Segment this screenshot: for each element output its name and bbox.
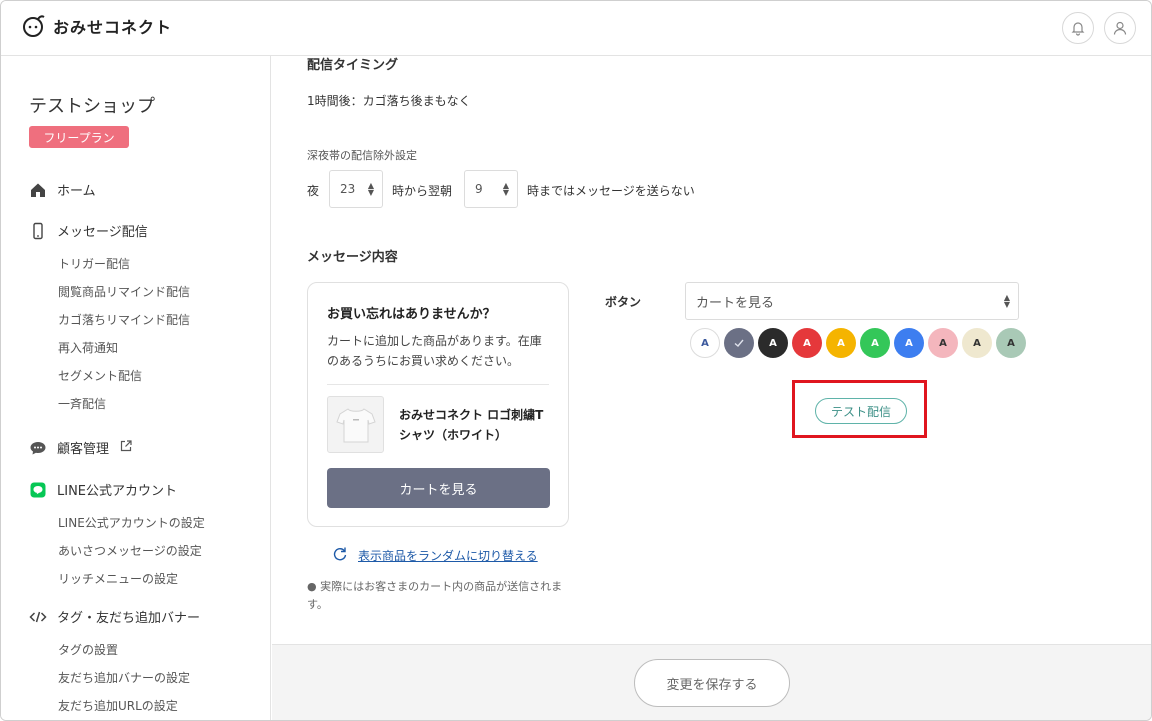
night-to-select[interactable]: 9 ▲ ▼: [464, 170, 518, 208]
sidebar-item-customers[interactable]: 顧客管理: [29, 438, 133, 457]
select-arrows-icon: ▲ ▼: [1003, 293, 1010, 309]
night-suffix: 時まではメッセージを送らない: [527, 184, 695, 198]
sidebar-item-line[interactable]: LINE公式アカウント: [29, 480, 177, 499]
color-swatch[interactable]: A: [792, 328, 822, 358]
select-arrows-icon: ▲ ▼: [367, 181, 374, 197]
save-changes-button[interactable]: 変更を保存する: [634, 659, 790, 707]
check-icon: [734, 339, 744, 347]
cart-note: ● 実際にはお客さまのカート内の商品が送信されます。: [307, 580, 563, 611]
night-exclusion-title: 深夜帯の配信除外設定: [307, 149, 417, 162]
night-prefix: 夜: [307, 184, 320, 198]
smartphone-icon: [29, 222, 47, 240]
timing-title: 配信タイミング: [307, 58, 399, 73]
line-icon: [29, 481, 47, 499]
sidebar-subitem-friend-banner[interactable]: 友だち追加バナーの設定: [58, 669, 190, 686]
color-swatch[interactable]: A: [690, 328, 720, 358]
notification-button[interactable]: [1062, 12, 1094, 44]
night-from-select[interactable]: 23 ▲ ▼: [329, 170, 383, 208]
color-swatch[interactable]: A: [928, 328, 958, 358]
sidebar-subitem-browse-remind[interactable]: 閲覧商品リマインド配信: [58, 283, 190, 300]
color-swatch[interactable]: A: [996, 328, 1026, 358]
app-logo[interactable]: おみせコネクト: [21, 13, 172, 39]
tshirt-icon: [335, 407, 376, 442]
random-product-link[interactable]: 表示商品をランダムに切り替える: [332, 546, 538, 565]
external-link-icon: [119, 439, 133, 457]
sidebar-subitem-greeting[interactable]: あいさつメッセージの設定: [58, 542, 202, 559]
content-title: メッセージ内容: [307, 250, 398, 265]
sidebar-subitem-friend-url[interactable]: 友だち追加URLの設定: [58, 697, 178, 714]
bell-icon: [1071, 22, 1085, 36]
sidebar-item-label: メッセージ配信: [57, 225, 148, 240]
top-header: おみせコネクト: [1, 1, 1151, 56]
color-swatch[interactable]: A: [962, 328, 992, 358]
color-swatch[interactable]: A: [826, 328, 856, 358]
app-name: おみせコネクト: [53, 18, 173, 37]
user-icon: [1113, 21, 1127, 35]
shop-name: テストショップ: [29, 96, 155, 117]
select-arrows-icon: ▲ ▼: [502, 181, 509, 197]
logo-icon: [23, 15, 45, 37]
app-window: おみせコネクト テストショップ フリープラン ホーム メッセージ配信 トリガー配…: [0, 0, 1152, 721]
preview-title: お買い忘れはありませんか？: [327, 307, 496, 322]
sidebar-item-label: LINE公式アカウント: [57, 484, 178, 499]
sidebar-subitem-tag-install[interactable]: タグの設置: [58, 641, 118, 658]
code-icon: [29, 608, 47, 626]
random-link-label: 表示商品をランダムに切り替える: [358, 549, 538, 563]
color-swatch[interactable]: A: [860, 328, 890, 358]
preview-divider: [327, 384, 549, 385]
button-color-swatches: AAAAAAAAA: [690, 328, 1026, 358]
sidebar-item-label: 顧客管理: [57, 442, 110, 457]
preview-body: カートに追加した商品があります。在庫のあるうちにお買い求めください。: [327, 334, 542, 368]
color-swatch[interactable]: [724, 328, 754, 358]
refresh-icon: [332, 546, 348, 565]
button-type-select[interactable]: カートを見る ▲ ▼: [685, 282, 1019, 320]
sidebar-subitem-broadcast[interactable]: 一斉配信: [58, 395, 106, 412]
sidebar-subitem-cart-remind[interactable]: カゴ落ちリマインド配信: [58, 311, 190, 328]
chat-bubble-icon: [29, 439, 47, 457]
sidebar-subitem-rich-menu[interactable]: リッチメニューの設定: [58, 570, 178, 587]
product-name: おみせコネクト ロゴ刺繍Tシャツ（ホワイト）: [399, 408, 544, 442]
sidebar-subitem-segment[interactable]: セグメント配信: [58, 367, 142, 384]
sidebar-subitem-trigger[interactable]: トリガー配信: [58, 255, 130, 272]
sidebar-item-label: タグ・友だち追加バナー: [57, 611, 201, 626]
night-mid-text: 時から翌朝: [392, 184, 453, 198]
sidebar-subitem-line-settings[interactable]: LINE公式アカウントの設定: [58, 514, 205, 531]
main-content: 配信タイミング 1時間後：カゴ落ち後まもなく 深夜帯の配信除外設定 夜 23 ▲…: [272, 56, 1151, 644]
plan-badge: フリープラン: [29, 126, 129, 148]
footer-bar: 変更を保存する: [272, 644, 1151, 720]
sidebar-subitem-restock[interactable]: 再入荷通知: [58, 339, 118, 356]
sidebar-item-message[interactable]: メッセージ配信: [29, 221, 148, 240]
button-setting-label: ボタン: [605, 295, 642, 309]
sidebar: テストショップ フリープラン ホーム メッセージ配信 トリガー配信 閲覧商品リマ…: [1, 56, 271, 720]
color-swatch[interactable]: A: [894, 328, 924, 358]
test-send-button[interactable]: テスト配信: [815, 398, 907, 424]
sidebar-item-home[interactable]: ホーム: [29, 180, 96, 199]
account-button[interactable]: [1104, 12, 1136, 44]
product-thumbnail: [327, 396, 384, 453]
sidebar-item-tags[interactable]: タグ・友だち追加バナー: [29, 607, 200, 626]
color-swatch[interactable]: A: [758, 328, 788, 358]
message-preview-card: お買い忘れはありませんか？ カートに追加した商品があります。在庫のあるうちにお買…: [307, 282, 569, 527]
preview-cart-button[interactable]: カートを見る: [327, 468, 550, 508]
timing-value: 1時間後：カゴ落ち後まもなく: [307, 94, 471, 108]
sidebar-item-label: ホーム: [57, 184, 96, 199]
home-icon: [29, 181, 47, 199]
